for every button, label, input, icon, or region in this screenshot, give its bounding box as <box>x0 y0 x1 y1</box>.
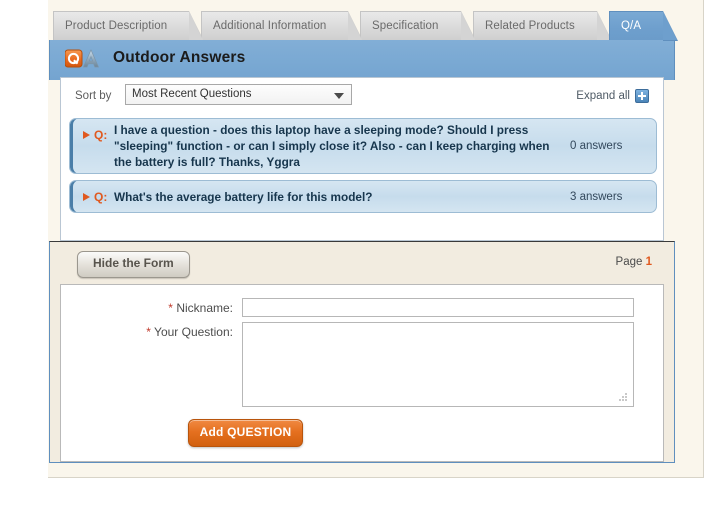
required-asterisk: * <box>168 301 173 315</box>
chevron-down-icon <box>334 93 344 99</box>
hide-form-button[interactable]: Hide the Form <box>77 251 190 278</box>
question-row[interactable]: Q: What's the average battery life for t… <box>69 180 657 213</box>
tab-label: Additional Information <box>213 20 327 32</box>
brand: Outdoor Answers <box>65 48 245 68</box>
tab-additional-information[interactable]: Additional Information <box>201 11 364 41</box>
question-text: I have a question - does this laptop hav… <box>114 123 550 169</box>
answer-count: 0 answers <box>570 140 623 152</box>
add-question-button[interactable]: Add QUESTION <box>188 419 303 447</box>
triangle-right-icon <box>83 131 90 139</box>
widget-bottom-border <box>49 462 675 463</box>
page-indicator: Page 1 <box>616 256 652 268</box>
tab-product-description[interactable]: Product Description <box>53 11 205 41</box>
question-row[interactable]: Q: I have a question - does this laptop … <box>69 118 657 174</box>
page-label: Page <box>615 256 643 268</box>
qa-logo-icon <box>65 49 100 68</box>
form-right-border <box>674 284 675 463</box>
question-letter: Q: <box>94 189 108 204</box>
tab-related-products[interactable]: Related Products <box>473 11 612 41</box>
question-text: What's the average battery life for this… <box>114 189 373 204</box>
tab-label: Related Products <box>485 20 575 32</box>
brand-title: Outdoor Answers <box>113 49 246 66</box>
sort-row: Sort by Most Recent Questions Expand all <box>61 78 663 116</box>
sort-by-select[interactable]: Most Recent Questions <box>125 84 352 105</box>
tab-label: Q/A <box>621 20 642 32</box>
form-left-border <box>49 284 50 463</box>
expand-all-label: Expand all <box>576 90 630 102</box>
nickname-label: * Nickname: <box>61 301 233 315</box>
tab-qa[interactable]: Q/A <box>609 11 679 41</box>
tab-bar: Product Description Additional Informati… <box>49 11 679 41</box>
widget-header: Outdoor Answers <box>49 40 675 80</box>
tab-label: Specification <box>372 20 439 32</box>
nickname-input[interactable] <box>242 298 634 317</box>
add-question-label: Add QUESTION <box>199 425 292 439</box>
question-textarea[interactable] <box>242 322 634 407</box>
plus-icon <box>635 89 649 103</box>
your-question-label: * Your Question: <box>61 325 233 339</box>
triangle-right-icon <box>83 192 90 201</box>
hide-form-label: Hide the Form <box>93 256 174 270</box>
required-asterisk: * <box>146 325 151 339</box>
ask-question-form: * Nickname: * Your Question: Add QUESTIO… <box>60 284 664 462</box>
sort-by-label: Sort by <box>75 90 112 102</box>
page-number: 1 <box>645 256 652 268</box>
question-letter: Q: <box>94 128 108 142</box>
tab-specification[interactable]: Specification <box>360 11 475 41</box>
expand-all-button[interactable]: Expand all <box>576 89 649 103</box>
answer-count: 3 answers <box>570 190 623 203</box>
tab-label: Product Description <box>65 20 168 32</box>
form-toolbar: Hide the Form Page 1 <box>49 241 675 284</box>
question-marker: Q: <box>70 128 114 142</box>
qa-widget: Product Description Additional Informati… <box>49 11 679 463</box>
sort-by-value: Most Recent Questions <box>132 88 252 100</box>
nickname-label-text: Nickname: <box>176 301 233 315</box>
question-marker: Q: <box>70 190 114 204</box>
your-question-label-text: Your Question: <box>154 325 233 339</box>
questions-panel: Sort by Most Recent Questions Expand all… <box>60 77 664 241</box>
